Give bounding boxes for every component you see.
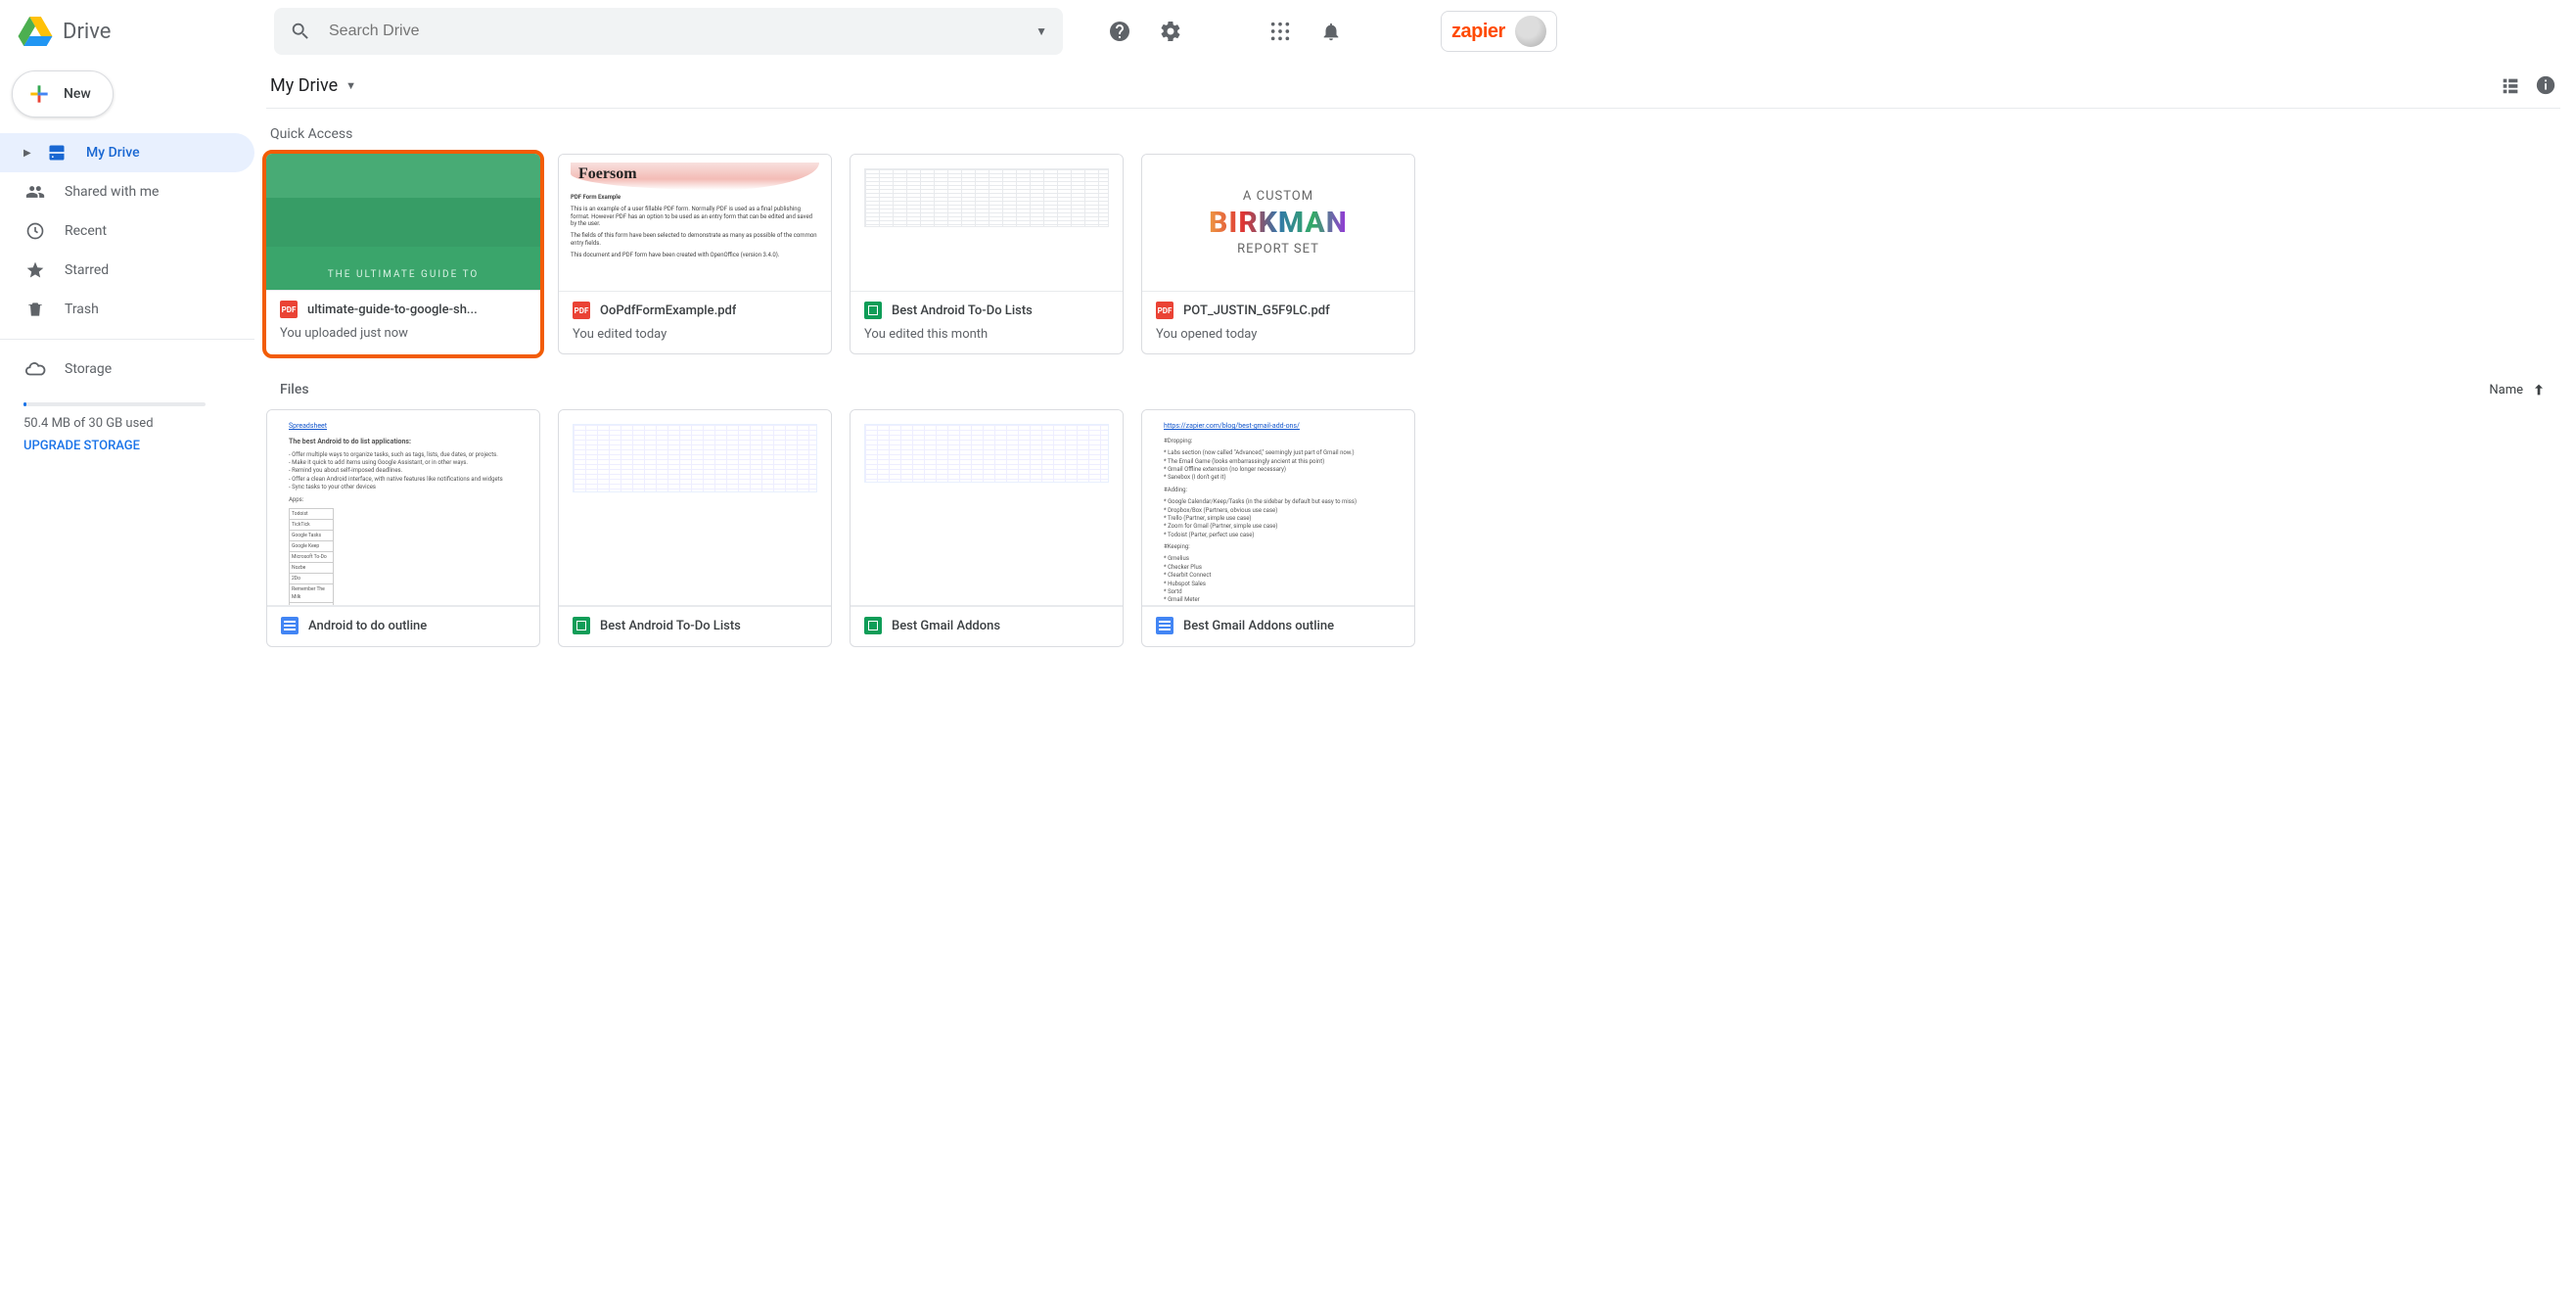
zapier-logo: zapier <box>1451 21 1505 43</box>
file-card[interactable]: Best Gmail Addons <box>850 409 1124 647</box>
main-content: My Drive ▼ Quick Access THE ULTIMATE GUI… <box>254 63 2576 1306</box>
pdf-icon: PDF <box>573 302 590 319</box>
sidebar-item-shared[interactable]: Shared with me <box>0 172 254 211</box>
search-input[interactable] <box>311 23 1035 40</box>
sidebar-item-label: Trash <box>65 302 99 317</box>
sheets-icon <box>864 617 882 634</box>
file-card[interactable]: Best Android To-Do Lists <box>558 409 832 647</box>
file-subtitle: You uploaded just now <box>280 326 527 341</box>
sidebar-item-label: Storage <box>65 361 112 377</box>
docs-icon <box>281 617 299 634</box>
sidebar-item-label: My Drive <box>86 145 140 161</box>
storage-bar <box>23 402 206 406</box>
product-name: Drive <box>63 20 111 44</box>
divider <box>0 339 254 340</box>
trash-icon <box>23 300 47 319</box>
quick-access-card[interactable]: THE ULTIMATE GUIDE TO PDF ultimate-guide… <box>266 154 540 354</box>
file-subtitle: You opened today <box>1156 327 1401 342</box>
file-thumbnail: THE ULTIMATE GUIDE TO <box>266 154 540 291</box>
file-card[interactable]: Spreadsheet The best Android to do list … <box>266 409 540 647</box>
file-thumbnail: A CUSTOM BIRKMAN REPORT SET <box>1142 155 1414 292</box>
file-thumbnail: Spreadsheet The best Android to do list … <box>267 410 539 606</box>
file-title: POT_JUSTIN_G5F9LC.pdf <box>1183 303 1330 318</box>
file-title: Best Android To-Do Lists <box>892 303 1033 318</box>
storage-usage-text: 50.4 MB of 30 GB used <box>23 416 254 431</box>
plus-icon <box>26 81 52 107</box>
expand-caret-icon[interactable]: ▶ <box>23 148 33 159</box>
quick-access-card[interactable]: A CUSTOM BIRKMAN REPORT SET PDF POT_JUST… <box>1141 154 1415 354</box>
settings-gear-icon[interactable] <box>1151 12 1190 51</box>
sidebar-item-my-drive[interactable]: ▶ My Drive <box>0 133 254 172</box>
file-title: Best Gmail Addons outline <box>1183 619 1334 633</box>
file-title: OoPdfFormExample.pdf <box>600 303 736 318</box>
arrow-up-icon <box>2531 382 2547 397</box>
apps-grid-icon[interactable] <box>1261 12 1300 51</box>
brand-chip[interactable]: zapier <box>1441 11 1557 52</box>
folder-path-label: My Drive <box>270 75 338 96</box>
file-title: Android to do outline <box>308 619 427 633</box>
sidebar-item-starred[interactable]: Starred <box>0 251 254 290</box>
file-card[interactable]: https://zapier.com/blog/best-gmail-add-o… <box>1141 409 1415 647</box>
drive-logo-icon <box>16 12 55 51</box>
info-icon[interactable] <box>2535 74 2556 96</box>
sidebar-item-trash[interactable]: Trash <box>0 290 254 329</box>
people-icon <box>23 182 47 202</box>
logo-section[interactable]: Drive <box>16 12 266 51</box>
file-thumbnail: https://zapier.com/blog/best-gmail-add-o… <box>1142 410 1414 606</box>
upgrade-storage-link[interactable]: UPGRADE STORAGE <box>23 439 140 453</box>
files-heading: Files <box>280 382 309 397</box>
file-thumbnail <box>851 155 1123 292</box>
chevron-down-icon: ▼ <box>345 79 356 92</box>
list-view-icon[interactable] <box>2500 74 2521 96</box>
file-title: Best Gmail Addons <box>892 619 1000 633</box>
sidebar-item-label: Starred <box>65 262 109 278</box>
folder-path-dropdown[interactable]: My Drive ▼ <box>270 75 356 96</box>
file-subtitle: You edited this month <box>864 327 1109 342</box>
files-header: Files Name <box>280 382 2547 397</box>
search-box[interactable]: ▼ <box>274 8 1063 55</box>
sheets-icon <box>864 302 882 319</box>
header: Drive ▼ zapier <box>0 0 2576 63</box>
file-title: ultimate-guide-to-google-sh... <box>307 303 478 317</box>
new-button-label: New <box>64 86 91 102</box>
file-title: Best Android To-Do Lists <box>600 619 741 633</box>
sort-control[interactable]: Name <box>2489 382 2547 397</box>
file-thumbnail: Foersom PDF Form Example This is an exam… <box>559 155 831 292</box>
quick-access-card[interactable]: Best Android To-Do Lists You edited this… <box>850 154 1124 354</box>
sidebar-item-label: Recent <box>65 223 107 239</box>
storage-block: 50.4 MB of 30 GB used UPGRADE STORAGE <box>0 389 254 461</box>
search-options-dropdown[interactable]: ▼ <box>1035 24 1047 38</box>
file-subtitle: You edited today <box>573 327 817 342</box>
file-thumbnail <box>559 410 831 606</box>
docs-icon <box>1156 617 1173 634</box>
quick-access-heading: Quick Access <box>270 126 2556 142</box>
user-avatar[interactable] <box>1515 16 1546 47</box>
pdf-icon: PDF <box>280 301 298 318</box>
drive-icon <box>45 143 69 163</box>
quick-access-row: THE ULTIMATE GUIDE TO PDF ultimate-guide… <box>266 154 2560 354</box>
path-row: My Drive ▼ <box>266 63 2560 109</box>
sidebar: New ▶ My Drive Shared with me Recent Sta… <box>0 63 254 1306</box>
sidebar-item-storage[interactable]: Storage <box>0 350 254 389</box>
sidebar-item-label: Shared with me <box>65 184 159 200</box>
sort-label: Name <box>2489 383 2523 397</box>
notifications-bell-icon[interactable] <box>1311 12 1351 51</box>
sidebar-item-recent[interactable]: Recent <box>0 211 254 251</box>
help-icon[interactable] <box>1100 12 1139 51</box>
pdf-icon: PDF <box>1156 302 1173 319</box>
quick-access-card[interactable]: Foersom PDF Form Example This is an exam… <box>558 154 832 354</box>
cloud-icon <box>23 358 47 380</box>
sheets-icon <box>573 617 590 634</box>
files-row: Spreadsheet The best Android to do list … <box>266 409 2560 647</box>
new-button[interactable]: New <box>12 70 114 117</box>
clock-icon <box>23 221 47 241</box>
file-thumbnail <box>851 410 1123 606</box>
search-icon <box>290 21 311 42</box>
star-icon <box>23 260 47 280</box>
header-icons: zapier <box>1100 11 1557 52</box>
